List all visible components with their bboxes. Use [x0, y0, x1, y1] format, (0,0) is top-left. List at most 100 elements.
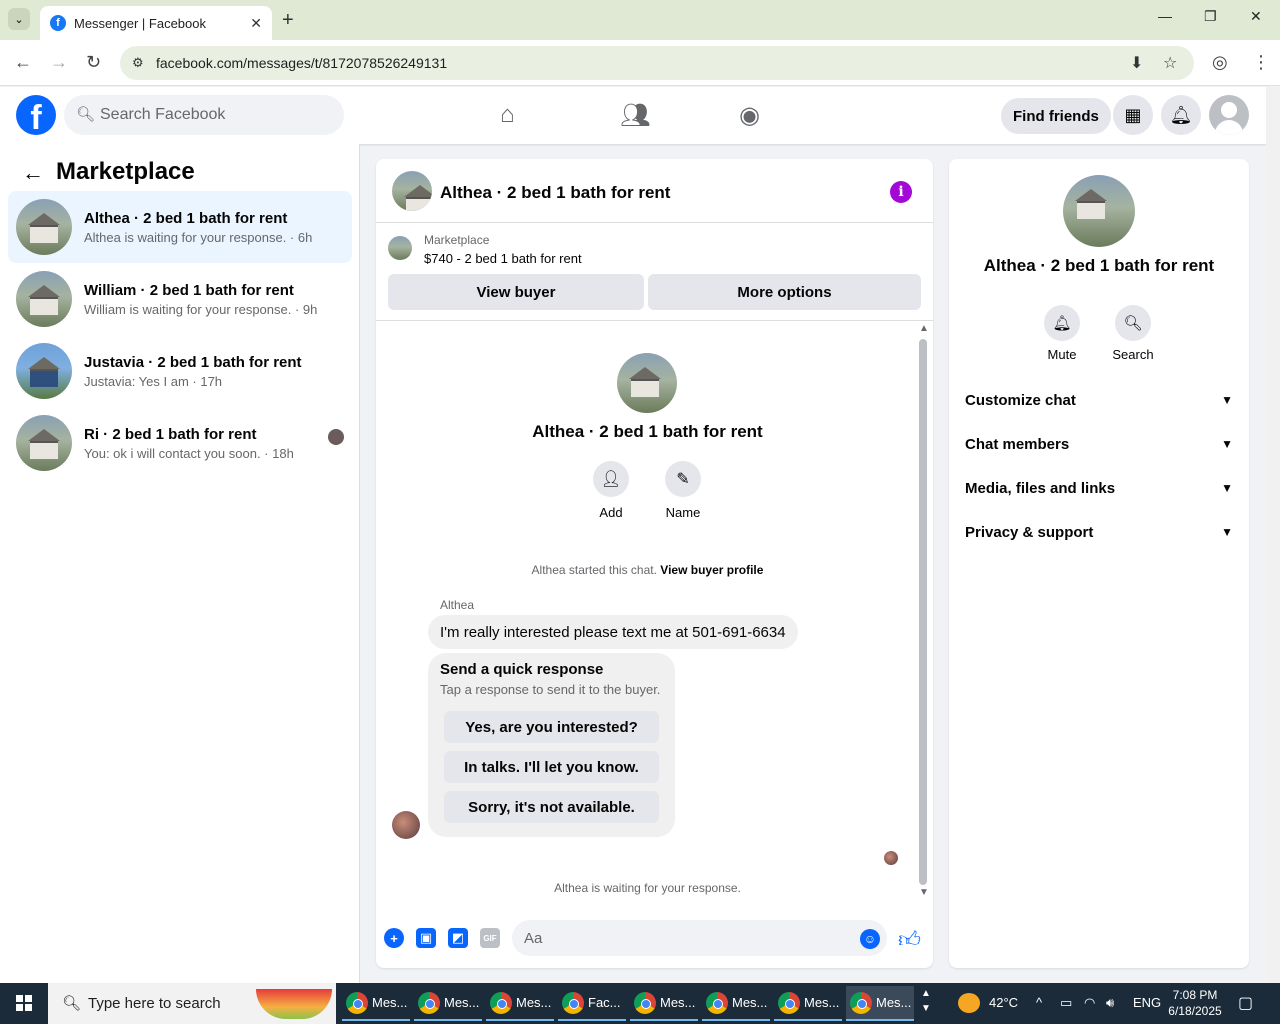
taskbar-chrome-window[interactable]: Mes... — [702, 986, 770, 1021]
friends-icon[interactable]: 👥︎ — [620, 101, 650, 130]
pencil-icon[interactable]: ✎ — [665, 461, 701, 497]
message-input[interactable]: Aa — [512, 920, 887, 956]
volume-icon[interactable]: 🔊︎ — [1106, 995, 1114, 1011]
customize-chat-section[interactable]: Customize chat ▼ — [965, 378, 1233, 422]
waiting-notice: Althea is waiting for your response. — [554, 881, 741, 895]
temperature[interactable]: 42°C — [989, 995, 1018, 1010]
taskbar-scroll-arrows[interactable]: ▲ ▼ — [921, 986, 931, 1016]
page-scrollbar[interactable] — [1266, 87, 1280, 983]
account-avatar[interactable] — [1209, 95, 1249, 135]
minimize-icon[interactable]: — — [1158, 8, 1172, 24]
sender-avatar[interactable] — [392, 811, 420, 839]
weather-icon[interactable] — [958, 993, 980, 1013]
more-options-button[interactable]: More options — [648, 274, 921, 310]
taskbar-chrome-window[interactable]: Mes... — [414, 986, 482, 1021]
meet-now-icon[interactable]: ▭ — [1060, 995, 1072, 1011]
browser-tab[interactable]: f Messenger | Facebook ✕ — [40, 6, 272, 40]
thread-scrollbar[interactable] — [919, 339, 927, 885]
new-tab-icon[interactable]: + — [282, 9, 294, 32]
chat-title[interactable]: Althea · 2 bed 1 bath for rent — [440, 183, 670, 203]
groups-icon[interactable]: ◉ — [739, 101, 760, 130]
reload-icon[interactable]: ↻ — [86, 52, 101, 73]
emoji-icon[interactable]: ☺ — [860, 929, 880, 949]
listing-title[interactable]: $740 - 2 bed 1 bath for rent — [424, 251, 582, 266]
thumbs-up-icon[interactable]: 👍︎ — [898, 926, 921, 953]
search-action[interactable]: 🔍︎ Search — [1103, 305, 1163, 362]
chat-avatar[interactable] — [392, 171, 432, 211]
url-field[interactable]: ⚙ facebook.com/messages/t/81720785262491… — [120, 46, 1194, 80]
taskbar-chrome-window[interactable]: Mes... — [774, 986, 842, 1021]
add-person-icon[interactable]: 👤︎ — [593, 461, 629, 497]
info-icon[interactable]: i — [890, 181, 912, 203]
media-files-links-section[interactable]: Media, files and links ▼ — [965, 466, 1233, 510]
quick-response-button[interactable]: Sorry, it's not available. — [444, 791, 659, 823]
scroll-down-arrow[interactable]: ▼ — [919, 887, 929, 898]
facebook-logo-icon[interactable]: f — [16, 95, 56, 135]
taskbar-item-label: Mes... — [804, 995, 840, 1010]
taskbar-item-label: Mes... — [876, 995, 912, 1010]
search-icon[interactable]: 🔍︎ — [1115, 305, 1151, 341]
info-name: Althea · 2 bed 1 bath for rent — [983, 256, 1215, 275]
site-info-icon[interactable]: ⚙ — [132, 55, 144, 71]
started-text: Althea started this chat. — [531, 563, 657, 577]
browser-menu-icon[interactable]: ⋮ — [1252, 52, 1270, 73]
chat-started-notice: Althea started this chat. View buyer pro… — [376, 563, 919, 577]
incoming-message[interactable]: I'm really interested please text me at … — [428, 615, 798, 649]
windows-start-icon[interactable] — [16, 995, 32, 1011]
taskbar-chrome-window[interactable]: Fac... — [558, 986, 626, 1021]
facebook-search-input[interactable]: 🔍︎ Search Facebook — [64, 95, 344, 135]
conversation-item[interactable]: William · 2 bed 1 bath for rent William … — [8, 263, 352, 335]
taskbar-search-input[interactable]: 🔍︎ Type here to search — [48, 983, 336, 1024]
view-buyer-button[interactable]: View buyer — [388, 274, 644, 310]
show-hidden-icons-icon[interactable]: ^ — [1036, 995, 1042, 1010]
add-label: Add — [599, 505, 623, 520]
quick-response-button[interactable]: In talks. I'll let you know. — [444, 751, 659, 783]
restore-icon[interactable]: ❐ — [1204, 8, 1217, 25]
clock-time: 7:08 PM — [1172, 988, 1218, 1002]
scroll-up-arrow[interactable]: ▲ — [919, 323, 929, 334]
close-window-icon[interactable]: ✕ — [1250, 8, 1262, 25]
add-action[interactable]: 👤︎ Add — [581, 461, 641, 520]
photo-icon[interactable]: ▣ — [416, 928, 436, 948]
taskbar-chrome-window[interactable]: Mes... — [630, 986, 698, 1021]
notifications-icon[interactable]: ▢ — [1238, 993, 1253, 1013]
wifi-icon[interactable]: ◠ — [1084, 995, 1095, 1011]
listing-thumbnail[interactable] — [388, 236, 412, 260]
conversation-item[interactable]: Ri · 2 bed 1 bath for rent You: ok i wil… — [8, 407, 352, 479]
system-clock[interactable]: 7:08 PM 6/18/2025 — [1164, 987, 1226, 1019]
bell-icon[interactable]: 🔔︎ — [1044, 305, 1080, 341]
menu-grid-icon[interactable]: ▦ — [1113, 95, 1153, 135]
chat-header: Althea · 2 bed 1 bath for rent i — [376, 159, 933, 223]
taskbar-chrome-window[interactable]: Mes... — [486, 986, 554, 1021]
plus-icon[interactable]: + — [384, 928, 404, 948]
gif-icon[interactable]: GIF — [480, 928, 500, 948]
info-avatar[interactable] — [1063, 175, 1135, 247]
profile-icon[interactable]: ◎ — [1212, 52, 1228, 73]
back-icon[interactable]: ← — [14, 52, 32, 73]
forward-icon[interactable]: → — [50, 52, 68, 73]
taskbar-chrome-window[interactable]: Mes... — [342, 986, 410, 1021]
conversation-item[interactable]: Althea · 2 bed 1 bath for rent Althea is… — [8, 191, 352, 263]
chat-members-section[interactable]: Chat members ▼ — [965, 422, 1233, 466]
message-thread[interactable]: ▲ ▼ Althea · 2 bed 1 bath for rent 👤︎ Ad… — [376, 321, 933, 902]
name-action[interactable]: ✎ Name — [653, 461, 713, 520]
install-app-icon[interactable]: ⬇ — [1130, 53, 1143, 73]
bookmark-star-icon[interactable]: ☆ — [1163, 53, 1177, 73]
sticker-icon[interactable]: ◩ — [448, 928, 468, 948]
taskbar-chrome-window-active[interactable]: Mes... — [846, 986, 914, 1021]
close-tab-icon[interactable]: ✕ — [250, 15, 262, 32]
chrome-icon — [562, 991, 584, 1014]
view-buyer-profile-link[interactable]: View buyer profile — [660, 563, 763, 577]
notifications-bell-icon[interactable]: 🔔︎ — [1161, 95, 1201, 135]
mute-action[interactable]: 🔔︎ Mute — [1032, 305, 1092, 362]
home-icon[interactable]: ⌂ — [500, 101, 515, 129]
back-arrow-icon[interactable]: ← — [22, 160, 44, 186]
find-friends-button[interactable]: Find friends — [1001, 98, 1111, 134]
address-bar: ← → ↻ ⚙ facebook.com/messages/t/81720785… — [0, 40, 1280, 86]
conversation-item[interactable]: Justavia · 2 bed 1 bath for rent Justavi… — [8, 335, 352, 407]
tab-search-dropdown[interactable]: ⌄ — [8, 8, 30, 30]
privacy-support-section[interactable]: Privacy & support ▼ — [965, 510, 1233, 554]
language-indicator[interactable]: ENG — [1133, 995, 1161, 1010]
section-label: Customize chat — [965, 391, 1076, 409]
quick-response-button[interactable]: Yes, are you interested? — [444, 711, 659, 743]
